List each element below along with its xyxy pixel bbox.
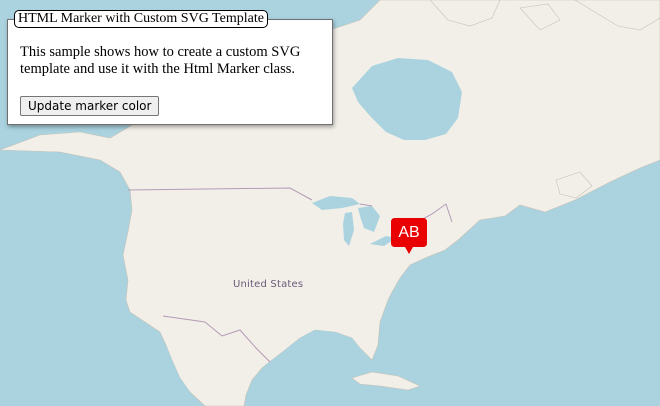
marker-label: AB bbox=[398, 224, 420, 241]
update-marker-color-button[interactable]: Update marker color bbox=[20, 96, 160, 116]
panel-title: HTML Marker with Custom SVG Template bbox=[14, 10, 268, 28]
html-marker[interactable]: AB bbox=[391, 218, 427, 254]
country-label-united-states: United States bbox=[233, 279, 304, 290]
panel-description: This sample shows how to create a custom… bbox=[20, 44, 301, 77]
sample-panel: HTML Marker with Custom SVG Template Thi… bbox=[7, 10, 333, 125]
